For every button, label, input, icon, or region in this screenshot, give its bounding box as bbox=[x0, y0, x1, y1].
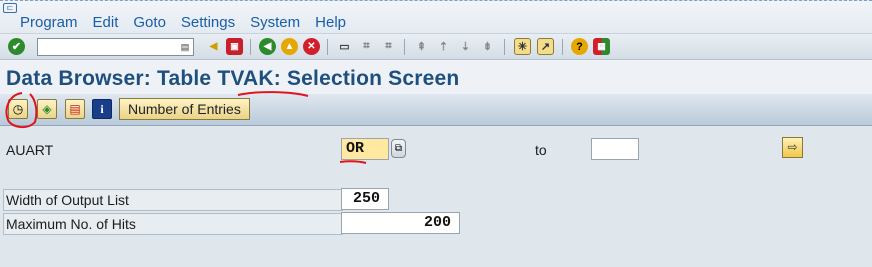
page-title: Data Browser: Table TVAK: Selection Scre… bbox=[6, 67, 460, 90]
save-icon[interactable]: ▣ bbox=[226, 38, 243, 55]
auart-high-field[interactable] bbox=[591, 138, 639, 160]
title-bar: Data Browser: Table TVAK: Selection Scre… bbox=[0, 60, 872, 94]
execute-icon[interactable]: ◷ bbox=[8, 99, 28, 119]
auart-low-field[interactable]: OR bbox=[341, 138, 389, 160]
menu-help[interactable]: Help bbox=[315, 14, 346, 31]
multiple-selection-icon[interactable]: ⧉ bbox=[391, 139, 406, 158]
menu: Program Edit Goto Settings System Help bbox=[20, 14, 361, 31]
multiple-selection-arrow-icon[interactable]: ⇨ bbox=[782, 137, 803, 158]
toolbar-separator bbox=[327, 39, 328, 55]
execute-in-background-icon[interactable]: ◈ bbox=[37, 99, 57, 119]
to-label: to bbox=[535, 142, 547, 158]
enter-icon[interactable]: ✔ bbox=[8, 38, 25, 55]
find-next-icon[interactable]: ⌗ bbox=[380, 38, 397, 55]
last-page-icon[interactable]: ⇟ bbox=[479, 38, 496, 55]
create-shortcut-icon[interactable]: ↗ bbox=[537, 38, 554, 55]
toolbar-separator bbox=[404, 39, 405, 55]
max-hits-label: Maximum No. of Hits bbox=[6, 216, 136, 232]
save-as-variant-icon[interactable]: ▤ bbox=[65, 99, 85, 119]
max-hits-field[interactable]: 200 bbox=[341, 212, 460, 234]
menu-bar: ⊏ Program Edit Goto Settings System Help bbox=[0, 0, 872, 34]
command-history-icon[interactable]: ▤ bbox=[179, 41, 191, 53]
history-arrow-icon[interactable]: ◀ bbox=[205, 38, 222, 55]
width-field[interactable]: 250 bbox=[341, 188, 389, 210]
previous-page-icon[interactable]: ⇡ bbox=[435, 38, 452, 55]
standard-toolbar: ✔ ▤ ◀ ▣ ◀ ▲ ✕ ▭ ⌗ ⌗ ⇞ ⇡ ⇣ ⇟ ✳ ↗ ? ▦ bbox=[0, 34, 872, 60]
number-of-entries-button[interactable]: Number of Entries bbox=[119, 98, 250, 120]
find-icon[interactable]: ⌗ bbox=[358, 38, 375, 55]
menu-system[interactable]: System bbox=[250, 14, 300, 31]
toolbar-separator bbox=[250, 39, 251, 55]
create-session-icon[interactable]: ✳ bbox=[514, 38, 531, 55]
menu-program[interactable]: Program bbox=[20, 14, 78, 31]
width-label: Width of Output List bbox=[6, 192, 129, 208]
next-page-icon[interactable]: ⇣ bbox=[457, 38, 474, 55]
toolbar-separator bbox=[504, 39, 505, 55]
cancel-icon[interactable]: ✕ bbox=[303, 38, 320, 55]
system-menu-icon[interactable]: ⊏ bbox=[3, 3, 17, 13]
back-icon[interactable]: ◀ bbox=[259, 38, 276, 55]
toolbar-separator bbox=[562, 39, 563, 55]
layout-icon[interactable]: ▦ bbox=[593, 38, 610, 55]
menu-goto[interactable]: Goto bbox=[133, 14, 166, 31]
first-page-icon[interactable]: ⇞ bbox=[413, 38, 430, 55]
application-toolbar: ◷ ◈ ▤ i Number of Entries bbox=[0, 94, 872, 126]
exit-icon[interactable]: ▲ bbox=[281, 38, 298, 55]
menu-settings[interactable]: Settings bbox=[181, 14, 235, 31]
auart-label: AUART bbox=[6, 142, 54, 158]
menu-edit[interactable]: Edit bbox=[93, 14, 119, 31]
help-icon[interactable]: ? bbox=[571, 38, 588, 55]
info-icon[interactable]: i bbox=[92, 99, 112, 119]
command-field[interactable]: ▤ bbox=[37, 38, 194, 56]
print-icon[interactable]: ▭ bbox=[336, 38, 353, 55]
